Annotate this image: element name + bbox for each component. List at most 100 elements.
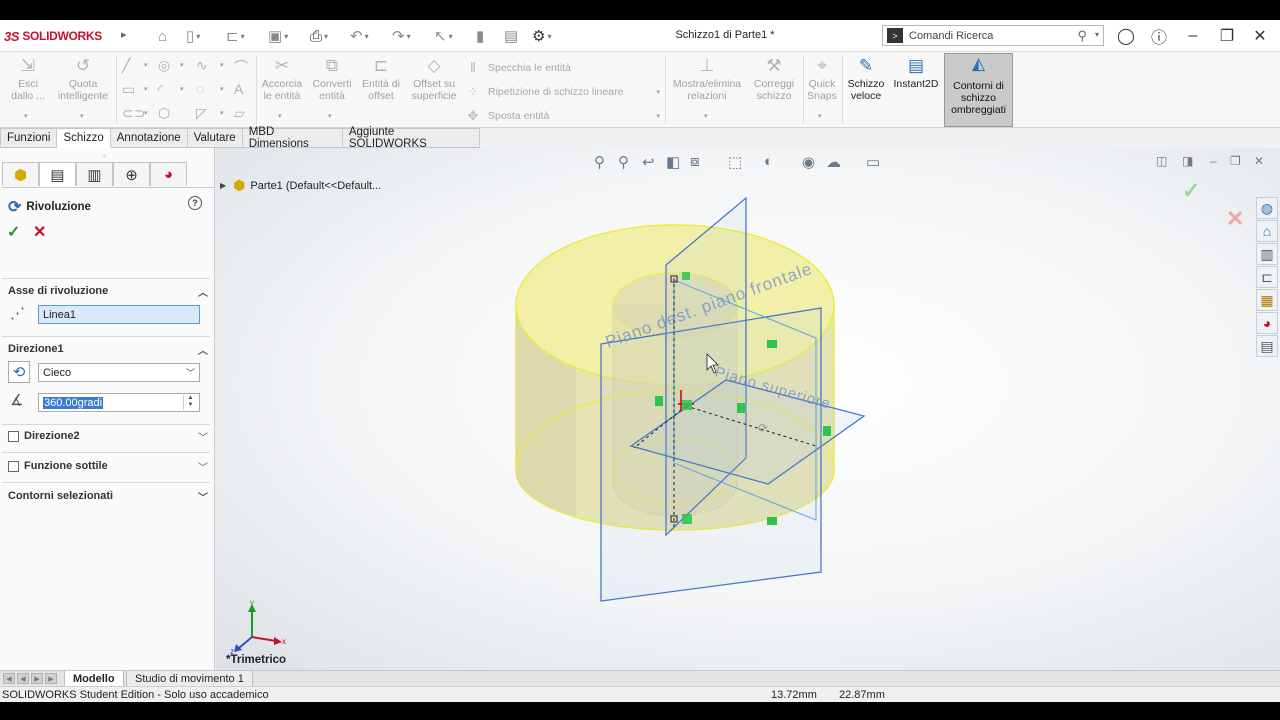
vertical-relation-marker[interactable] bbox=[655, 396, 663, 406]
graphics-area[interactable]: ▶ ⬢ Parte1 (Default<<Default... ⚲ ⚲ ↩ ◧ ⧇ … bbox=[216, 148, 1280, 670]
line-dropdown[interactable]: ▾ bbox=[144, 61, 148, 69]
smart-dimension-button[interactable]: ↺ Quota intelligente bbox=[54, 57, 112, 103]
slot-icon[interactable]: ⊂⊃ bbox=[122, 105, 145, 122]
help-icon[interactable]: ⓘ bbox=[1147, 24, 1171, 48]
select-cursor-icon[interactable]: ↖ ▾ bbox=[434, 26, 453, 46]
move-entities-button[interactable]: ✥ Sposta entità ▾ bbox=[464, 108, 660, 124]
circle-dropdown[interactable]: ▾ bbox=[180, 61, 184, 69]
polygon-icon[interactable]: ⬡ bbox=[158, 105, 170, 122]
slot-dropdown[interactable]: ▾ bbox=[144, 109, 148, 117]
axis-selection-field[interactable]: Linea1 bbox=[38, 305, 200, 324]
open-folder-icon[interactable]: ⊏ ▾ bbox=[226, 26, 245, 46]
new-document-icon[interactable]: ▯ ▾ bbox=[186, 26, 200, 46]
configuration-manager-tab-icon[interactable]: ▥ bbox=[76, 162, 113, 186]
cancel-button[interactable]: ✕ bbox=[33, 222, 46, 242]
tab-aggiunte-solidworks[interactable]: Aggiunte SOLIDWORKS bbox=[342, 126, 480, 150]
tab-annotazione[interactable]: Annotazione bbox=[110, 128, 188, 148]
coincident-relation-marker[interactable] bbox=[682, 272, 690, 280]
exit-sketch-button[interactable]: ⇲ Esci dallo ... bbox=[6, 57, 50, 103]
direction2-checkbox[interactable]: Direzione2 ﹀ bbox=[8, 430, 208, 444]
exit-sketch-dropdown[interactable]: ▾ bbox=[24, 112, 28, 120]
command-search-box[interactable]: > Comandi Ricerca ⚲ ▾ bbox=[882, 25, 1104, 46]
solidworks-logo[interactable]: 3S SOLIDWORKS bbox=[4, 26, 102, 46]
convert-dropdown[interactable]: ▾ bbox=[328, 112, 332, 120]
feature-manager-tab-icon[interactable]: ⬢ bbox=[2, 162, 39, 186]
arc-dropdown[interactable]: ▾ bbox=[180, 85, 184, 93]
coincident-relation-marker[interactable] bbox=[682, 400, 692, 410]
chevron-down-icon[interactable]: ▾ bbox=[1095, 30, 1099, 39]
home-icon[interactable]: ⌂ bbox=[158, 26, 167, 46]
circle-icon[interactable]: ◎ bbox=[158, 57, 170, 74]
quick-snaps-button[interactable]: ⌖ Quick Snaps bbox=[804, 57, 840, 103]
convert-entities-button[interactable]: ⧉ Converti entità bbox=[308, 57, 356, 103]
chevron-up-icon[interactable]: ︿ bbox=[198, 284, 208, 299]
axis-of-revolution-header[interactable]: Asse di rivoluzione ︿ bbox=[8, 284, 208, 299]
vertical-relation-marker[interactable] bbox=[737, 403, 745, 413]
instant2d-button[interactable]: ▤ Instant2D bbox=[890, 57, 942, 91]
trim-entities-button[interactable]: ✂ Accorcia le entità bbox=[258, 57, 306, 103]
chamfer-icon[interactable]: ◸ bbox=[196, 105, 207, 122]
ellipse-dropdown[interactable]: ▾ bbox=[220, 85, 224, 93]
display-delete-relations-button[interactable]: ⊥ Mostra/elimina relazioni bbox=[668, 57, 746, 103]
trim-dropdown[interactable]: ▾ bbox=[278, 112, 282, 120]
last-tab-arrow-icon[interactable]: ▶ bbox=[45, 673, 57, 684]
minimize-button[interactable]: – bbox=[1181, 24, 1205, 48]
dimxpert-manager-tab-icon[interactable]: ⊕ bbox=[113, 162, 150, 186]
tab-modello[interactable]: Modello bbox=[64, 671, 124, 687]
gear-icon[interactable]: ⚙ ▾ bbox=[532, 26, 551, 46]
line-icon[interactable]: ╱ bbox=[122, 57, 130, 74]
horizontal-relation-marker[interactable] bbox=[767, 340, 777, 348]
linear-sketch-pattern-button[interactable]: ⁘ Ripetizione di schizzo lineare ▾ bbox=[464, 84, 660, 100]
offset-on-surface-button[interactable]: ◇ Offset su superficie bbox=[406, 57, 462, 103]
tab-schizzo[interactable]: Schizzo bbox=[57, 128, 111, 148]
plane-icon[interactable]: ▱ bbox=[234, 105, 245, 122]
search-icon[interactable]: ⚲ bbox=[1077, 28, 1087, 44]
redo-icon[interactable]: ↷ ▾ bbox=[392, 26, 411, 46]
spin-stepper[interactable]: ▲ ▼ bbox=[183, 395, 197, 410]
tab-studio-movimento[interactable]: Studio di movimento 1 bbox=[126, 671, 253, 687]
ok-button[interactable]: ✓ bbox=[7, 222, 20, 242]
rebuild-icon[interactable]: ▮ bbox=[476, 26, 484, 46]
first-tab-arrow-icon[interactable]: ◀ bbox=[3, 673, 15, 684]
quick-snaps-dropdown[interactable]: ▾ bbox=[818, 112, 822, 120]
rectangle-dropdown[interactable]: ▾ bbox=[144, 85, 148, 93]
selected-contours-header[interactable]: Contorni selezionati ﹀ bbox=[8, 489, 208, 504]
coincident-relation-marker[interactable] bbox=[682, 514, 692, 524]
print-icon[interactable]: ⎙ ▾ bbox=[310, 26, 328, 46]
sketch-fillet-icon[interactable]: ⌒ bbox=[234, 57, 248, 77]
checkbox[interactable] bbox=[8, 460, 19, 472]
tab-mbd-dimensions[interactable]: MBD Dimensions bbox=[242, 126, 343, 150]
close-button[interactable]: ✕ bbox=[1248, 24, 1272, 48]
spline-dropdown[interactable]: ▾ bbox=[220, 61, 224, 69]
mirror-entities-button[interactable]: ⫴ Specchia le entità bbox=[464, 60, 571, 76]
prev-tab-arrow-icon[interactable]: ◀ bbox=[17, 673, 29, 684]
thin-feature-checkbox[interactable]: Funzione sottile ﹀ bbox=[8, 460, 208, 474]
restore-button[interactable]: ❐ bbox=[1215, 24, 1239, 48]
tab-funzioni[interactable]: Funzioni bbox=[0, 128, 58, 148]
file-properties-icon[interactable]: ▤ bbox=[504, 26, 518, 46]
vertical-relation-marker[interactable] bbox=[823, 426, 831, 436]
text-icon[interactable]: A bbox=[234, 81, 243, 97]
smart-dimension-dropdown[interactable]: ▾ bbox=[80, 112, 84, 120]
reverse-direction-icon[interactable]: ⟲ bbox=[8, 361, 30, 383]
panel-grip[interactable]: ◦ bbox=[103, 151, 106, 160]
spline-icon[interactable]: ∿ bbox=[196, 57, 208, 74]
ellipse-icon[interactable]: ◌ bbox=[196, 81, 204, 97]
model-3d-view[interactable]: Piano dest. piano frontale Piano superio… bbox=[216, 148, 1280, 670]
direction1-header[interactable]: Direzione1 ︿ bbox=[8, 342, 208, 357]
property-manager-tab-icon[interactable]: ▤ bbox=[39, 162, 76, 186]
repair-sketch-button[interactable]: ⚒ Correggi schizzo bbox=[748, 57, 800, 103]
undo-icon[interactable]: ↶ ▾ bbox=[350, 26, 369, 46]
help-icon[interactable]: ? bbox=[188, 196, 202, 210]
rapid-sketch-button[interactable]: ✎ Schizzo veloce bbox=[844, 57, 888, 103]
user-account-icon[interactable]: ◯ bbox=[1114, 24, 1138, 48]
tab-valutare[interactable]: Valutare bbox=[187, 128, 243, 148]
angle-input[interactable]: 360.00gradi ▲ ▼ bbox=[38, 393, 200, 412]
save-icon[interactable]: ▣ ▾ bbox=[268, 26, 288, 46]
shaded-sketch-contours-button[interactable]: ◭ Contorni di schizzo ombreggiati bbox=[944, 53, 1013, 127]
arc-icon[interactable]: ◜ bbox=[158, 81, 163, 98]
chevron-down-icon[interactable]: ﹀ bbox=[198, 489, 208, 504]
horizontal-relation-marker[interactable] bbox=[767, 517, 777, 525]
end-condition-select[interactable]: Cieco ﹀ bbox=[38, 363, 200, 382]
chevron-up-icon[interactable]: ︿ bbox=[198, 342, 208, 357]
